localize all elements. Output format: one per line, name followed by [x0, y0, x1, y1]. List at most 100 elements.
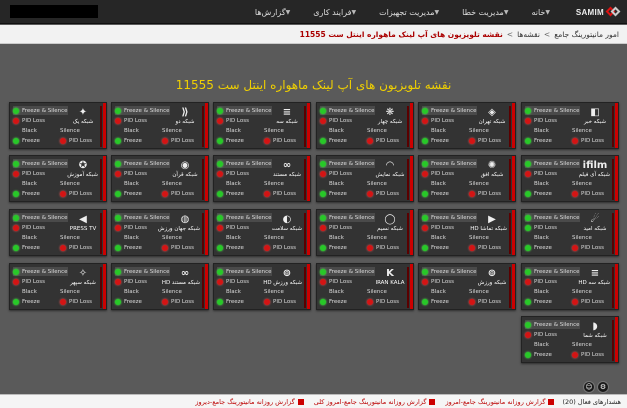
channel-card[interactable]: ifilm شبکه آی فیلم Freeze & Silence PID Los…: [521, 155, 619, 202]
settings-icon[interactable]: ⚙: [597, 381, 609, 393]
status-freeze-silence: Freeze & Silence: [13, 267, 68, 276]
channel-card[interactable]: ✺ شبکه افق Freeze & Silence PID Loss Black Fr…: [418, 155, 516, 202]
alarm-stripe: [410, 156, 413, 201]
status-pid-loss: PID Loss: [13, 277, 45, 286]
channel-card[interactable]: ⊚ شبکه ورزش HD Freeze & Silence PID Loss Bla…: [213, 263, 311, 310]
channel-name: شبکه تهران: [478, 119, 506, 125]
status-black: Black: [534, 127, 549, 134]
channel-card[interactable]: ◗ شبکه شما Freeze & Silence PID Loss Black Fr…: [521, 316, 619, 363]
status-silence: Silence: [264, 234, 284, 241]
chevron-down-icon: ▼: [434, 8, 440, 16]
status-ok-icon: [320, 160, 326, 167]
user-account-box[interactable]: [10, 5, 98, 18]
status-pid-loss-secondary: PID Loss: [367, 189, 399, 198]
channel-card[interactable]: ◈ شبکه تهران Freeze & Silence PID Loss Black…: [418, 102, 516, 149]
menu-home[interactable]: خانه ▼: [521, 8, 563, 17]
channel-card[interactable]: ✪ شبکه آموزش Freeze & Silence PID Loss Black…: [9, 155, 107, 202]
user-group-icon[interactable]: ☺: [583, 381, 595, 393]
status-ok-icon: [13, 298, 19, 305]
breadcrumb-item-maps[interactable]: نقشه‌ها: [517, 30, 540, 39]
status-ok-icon: [320, 190, 326, 197]
status-indicator-icon: [320, 278, 326, 285]
status-pid-loss: PID Loss: [13, 116, 45, 125]
alarm-stripe: [509, 267, 511, 308]
channel-name: شبکه خبر: [583, 119, 607, 125]
channel-name: شبکه شما: [583, 333, 607, 339]
status-ok-icon: [217, 190, 223, 197]
status-ok-icon: [422, 298, 428, 305]
status-pid-loss: PID Loss: [422, 277, 454, 286]
report-link-today-total[interactable]: گزارش روزانه مانیتورینگ جامع-امروز کلی: [314, 398, 436, 406]
status-freeze: Freeze: [13, 189, 40, 198]
status-pid-loss-secondary: PID Loss: [162, 297, 194, 306]
channel-card[interactable]: ✧ شبکه سپهر Freeze & Silence PID Loss Black F…: [9, 263, 107, 310]
channel-logo-icon: ◀: [79, 214, 87, 225]
status-pid-loss: PID Loss: [115, 116, 147, 125]
channel-name: شبکه یک: [72, 119, 94, 125]
status-black: Black: [534, 180, 549, 187]
channel-card[interactable]: ≡ شبکه سه HD Freeze & Silence PID Loss Black…: [521, 263, 619, 310]
status-alarm-icon: [367, 244, 373, 251]
breadcrumb-item-monitoring[interactable]: امور مانیتورینگ جامع: [554, 30, 619, 39]
channel-card[interactable]: ◀ PRESS TV Freeze & Silence PID Loss Black Fr…: [9, 209, 107, 256]
menu-fault-management[interactable]: مدیریت خطا ▼: [452, 8, 521, 17]
report-link-yesterday[interactable]: گزارش روزانه مانیتورینگ جامع-دیروز: [195, 398, 304, 406]
alarm-stripe: [202, 213, 204, 254]
status-pid-loss: PID Loss: [217, 116, 249, 125]
status-freeze: Freeze: [422, 243, 449, 252]
channel-card[interactable]: ☄ شبکه امید Freeze & Silence PID Loss Black F…: [521, 209, 619, 256]
channel-card[interactable]: ∞ شبکه مستند HD Freeze & Silence PID Loss Bl…: [111, 263, 209, 310]
alarm-stripe: [205, 103, 208, 148]
channel-card[interactable]: K IRAN KALA Freeze & Silence PID Loss Black F…: [316, 263, 414, 310]
channel-card[interactable]: ∞ شبکه مستند Freeze & Silence PID Loss Black…: [213, 155, 311, 202]
active-alerts-counter[interactable]: هشدارهای فعال (20): [562, 398, 621, 406]
channel-card[interactable]: ◐ شبکه سلامت Freeze & Silence PID Loss Black…: [213, 209, 311, 256]
alarm-stripe: [512, 264, 515, 309]
status-freeze: Freeze: [320, 136, 347, 145]
status-freeze: Freeze: [217, 243, 244, 252]
menu-reports[interactable]: گزارش‌ها ▼: [245, 8, 303, 17]
status-indicator-icon: [320, 170, 326, 177]
status-pid-loss: PID Loss: [217, 169, 249, 178]
status-alarm-icon: [264, 137, 270, 144]
channel-card[interactable]: ◯ شبکه نسیم Freeze & Silence PID Loss Black F…: [316, 209, 414, 256]
channel-card[interactable]: ▶ شبکه تماشا HD Freeze & Silence PID Loss Bl…: [418, 209, 516, 256]
status-silence: Silence: [367, 127, 387, 134]
status-black: Black: [431, 180, 446, 187]
channel-card[interactable]: ◠ شبکه نمایش Freeze & Silence PID Loss Black…: [316, 155, 414, 202]
status-black: Black: [22, 288, 37, 295]
channel-card[interactable]: ⊚ شبکه ورزش Freeze & Silence PID Loss Black F…: [418, 263, 516, 310]
status-indicator-icon: [13, 170, 19, 177]
status-pid-loss-secondary: PID Loss: [60, 297, 92, 306]
status-pid-loss: PID Loss: [525, 330, 557, 339]
alarm-stripe: [407, 159, 409, 200]
report-link-today[interactable]: گزارش روزانه مانیتورینگ جامع-امروز: [445, 398, 555, 406]
status-ok-icon: [217, 137, 223, 144]
channel-card[interactable]: ❋ شبکه چهار Freeze & Silence PID Loss Black F…: [316, 102, 414, 149]
status-indicator-icon: [13, 278, 19, 285]
alarm-stripe: [307, 156, 310, 201]
status-pid-loss: PID Loss: [115, 169, 147, 178]
menu-equipment-management[interactable]: مدیریت تجهیزات ▼: [369, 8, 452, 17]
channel-card[interactable]: ≡ شبکه سه Freeze & Silence PID Loss Black Fre…: [213, 102, 311, 149]
status-black: Black: [534, 234, 549, 241]
channel-card[interactable]: ⟫ شبکه دو Freeze & Silence PID Loss Black Fre…: [111, 102, 209, 149]
channel-card[interactable]: ✦ شبکه یک Freeze & Silence PID Loss Black Fre…: [9, 102, 107, 149]
status-silence: Silence: [162, 180, 182, 187]
status-ok-icon: [13, 137, 19, 144]
alarm-stripe: [307, 210, 310, 255]
alarm-stripe: [202, 159, 204, 200]
alarm-stripe: [103, 264, 106, 309]
status-pid-loss-secondary: PID Loss: [60, 243, 92, 252]
status-silence: Silence: [162, 234, 182, 241]
status-alarm-icon: [469, 190, 475, 197]
channel-logo-icon: ⊚: [487, 268, 497, 279]
channel-card[interactable]: ◉ شبکه قرآن Freeze & Silence PID Loss Black F…: [111, 155, 209, 202]
app-logo[interactable]: SAMIM: [576, 3, 621, 21]
status-ok-icon: [217, 244, 223, 251]
status-pid-loss-secondary: PID Loss: [469, 243, 501, 252]
status-freeze-silence: Freeze & Silence: [320, 267, 375, 276]
channel-card[interactable]: ◧ شبکه خبر Freeze & Silence PID Loss Black Fr…: [521, 102, 619, 149]
channel-card[interactable]: ◍ شبکه جهان ورزش Freeze & Silence PID Loss B…: [111, 209, 209, 256]
menu-workflow[interactable]: فرایند کاری ▼: [303, 8, 369, 17]
